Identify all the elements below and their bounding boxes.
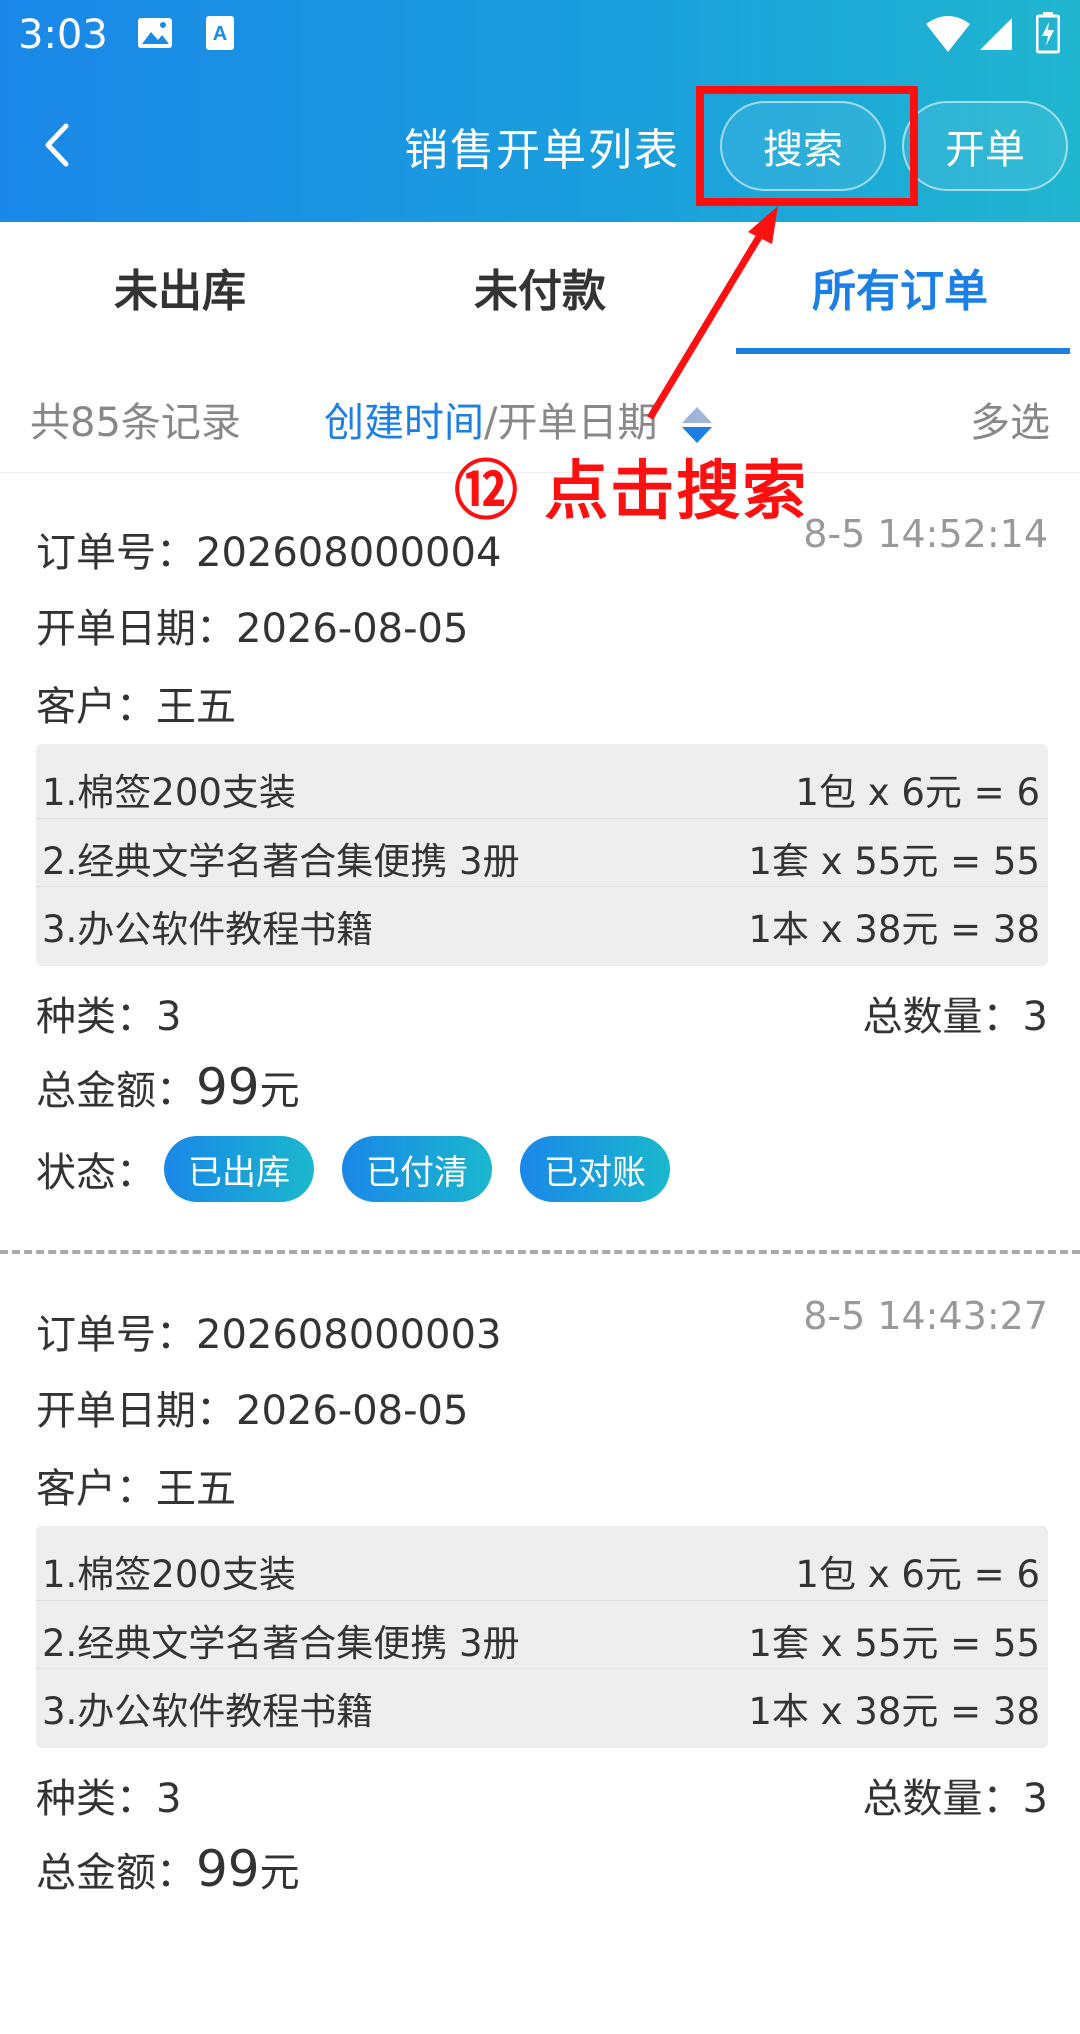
svg-text:A: A (213, 23, 227, 45)
signal-icon (980, 18, 1012, 50)
order-number: 订单号：202608000003 (36, 1312, 502, 1358)
item-price: 1本 x 38元 = 38 (748, 908, 1040, 951)
record-count: 共85条记录 (30, 400, 241, 446)
item-kinds: 种类：3 (36, 994, 182, 1040)
total-amount: 总金额：99元 (36, 1058, 300, 1116)
item-price: 1包 x 6元 = 6 (795, 771, 1040, 814)
item-price: 1套 x 55元 = 55 (748, 1622, 1040, 1665)
total-amount-label: 总金额： (36, 1850, 196, 1896)
item-name: 1.棉签200支装 (42, 771, 296, 814)
status-badges: 已出库 已付清 已对账 (164, 1136, 684, 1206)
total-amount-value: 99 (196, 1058, 260, 1116)
order-timestamp: 8-5 14:43:27 (803, 1294, 1048, 1338)
status-badge-reconciled: 已对账 (520, 1136, 670, 1202)
order-items: 1.棉签200支装 1包 x 6元 = 6 2.经典文学名著合集便携 3册 1套… (36, 1526, 1048, 1748)
status-label: 状态： (36, 1150, 156, 1196)
back-arrow-icon[interactable] (34, 120, 84, 170)
customer-name: 客户：王五 (36, 1466, 236, 1512)
total-amount-unit: 元 (259, 1068, 300, 1114)
order-card[interactable]: 订单号：202608000004 8-5 14:52:14 开单日期：2026-… (0, 472, 1080, 1252)
tab-unpaid[interactable]: 未付款 (360, 222, 720, 352)
annotation-text: ⑫ 点击搜索 (454, 455, 809, 529)
font-icon: A (206, 16, 234, 50)
list-item: 3.办公软件教程书籍 1本 x 38元 = 38 (36, 886, 1048, 955)
status-badge-paid: 已付清 (342, 1136, 492, 1202)
total-quantity: 总数量：3 (862, 994, 1048, 1040)
tab-not-shipped[interactable]: 未出库 (0, 222, 360, 352)
search-button[interactable]: 搜索 (720, 101, 886, 191)
list-item: 2.经典文学名著合集便携 3册 1套 x 55元 = 55 (36, 1600, 1048, 1669)
item-price: 1套 x 55元 = 55 (748, 840, 1040, 883)
status-badge-shipped: 已出库 (164, 1136, 314, 1202)
total-amount: 总金额：99元 (36, 1840, 300, 1898)
nav-bar: 销售开单列表 搜索 开单 (0, 72, 1080, 222)
item-price: 1本 x 38元 = 38 (748, 1690, 1040, 1733)
order-date: 开单日期：2026-08-05 (36, 606, 469, 652)
item-name: 3.办公软件教程书籍 (42, 1690, 374, 1733)
list-item: 1.棉签200支装 1包 x 6元 = 6 (36, 750, 1048, 818)
list-item: 1.棉签200支装 1包 x 6元 = 6 (36, 1532, 1048, 1600)
item-kinds: 种类：3 (36, 1776, 182, 1822)
total-amount-unit: 元 (259, 1850, 300, 1896)
item-name: 2.经典文学名著合集便携 3册 (42, 840, 520, 883)
battery-icon (1036, 12, 1060, 54)
customer-name: 客户：王五 (36, 684, 236, 730)
list-item: 2.经典文学名著合集便携 3册 1套 x 55元 = 55 (36, 818, 1048, 887)
total-amount-value: 99 (196, 1840, 260, 1898)
status-time: 3:03 (18, 12, 108, 58)
order-timestamp: 8-5 14:52:14 (803, 512, 1048, 556)
item-name: 1.棉签200支装 (42, 1553, 296, 1596)
order-date: 开单日期：2026-08-05 (36, 1388, 469, 1434)
app-header: 3:03 A 销售开单列表 搜索 开单 (0, 0, 1080, 222)
item-price: 1包 x 6元 = 6 (795, 1553, 1040, 1596)
wifi-icon (926, 16, 970, 52)
page-title: 销售开单列表 (404, 125, 680, 176)
order-number: 订单号：202608000004 (36, 530, 502, 576)
tab-all-orders[interactable]: 所有订单 (720, 222, 1080, 352)
item-name: 2.经典文学名著合集便携 3册 (42, 1622, 520, 1665)
total-amount-label: 总金额： (36, 1068, 196, 1114)
total-quantity: 总数量：3 (862, 1776, 1048, 1822)
item-name: 3.办公软件教程书籍 (42, 908, 374, 951)
order-card[interactable]: 订单号：202608000003 8-5 14:43:27 开单日期：2026-… (0, 1254, 1080, 2034)
tab-bar: 未出库 未付款 所有订单 (0, 222, 1080, 354)
multi-select-button[interactable]: 多选 (970, 390, 1050, 448)
list-item: 3.办公软件教程书籍 1本 x 38元 = 38 (36, 1668, 1048, 1737)
image-icon (138, 18, 172, 48)
order-items: 1.棉签200支装 1包 x 6元 = 6 2.经典文学名著合集便携 3册 1套… (36, 744, 1048, 966)
status-bar: 3:03 A (0, 0, 1080, 72)
create-order-button[interactable]: 开单 (902, 101, 1068, 191)
